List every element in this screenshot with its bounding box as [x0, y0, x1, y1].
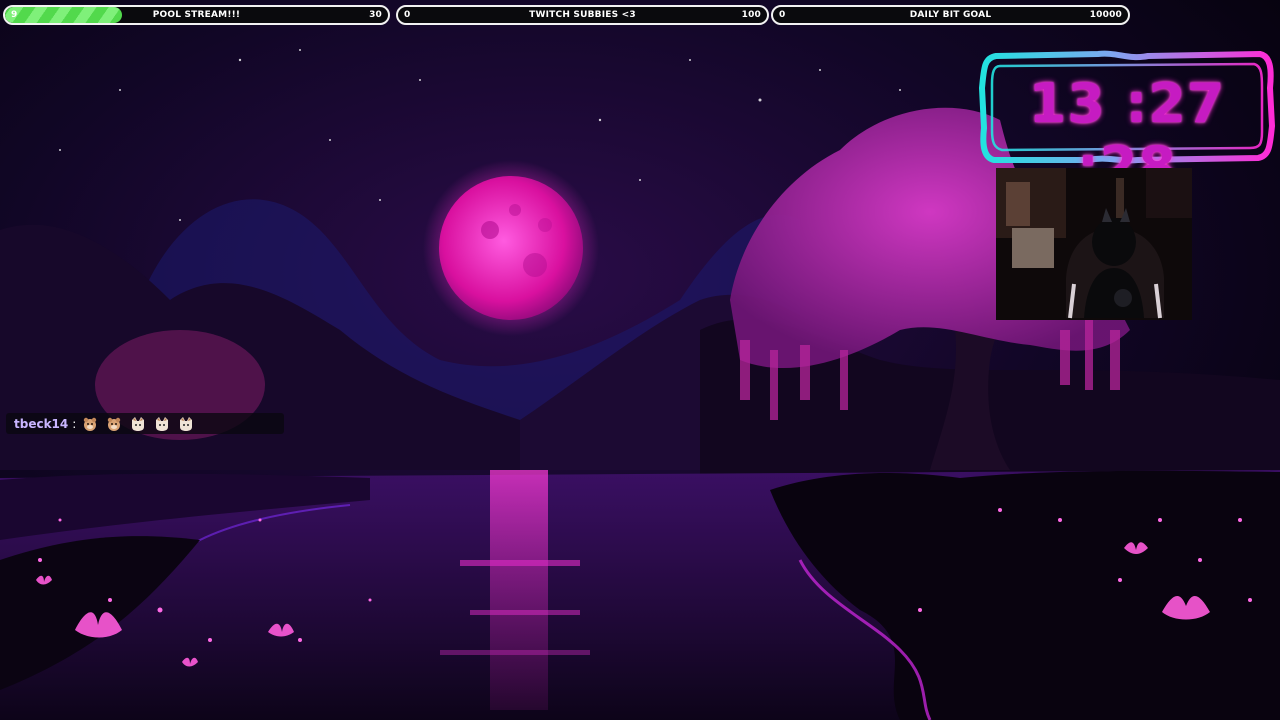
chat-separator: :: [72, 416, 77, 431]
goal-title: DAILY BIT GOAL: [909, 10, 992, 20]
cat-emote-icon: [156, 416, 169, 431]
cat-emote-icon: [132, 416, 145, 431]
goal-bar-twitch-subbies: 0 TWITCH SUBBIES <3 100: [396, 5, 769, 25]
chat-username: tbeck14: [14, 416, 69, 431]
neon-clock: 13 :27 :28: [978, 48, 1276, 198]
goal-bar-daily-bits: 0 DAILY BIT GOAL 10000: [771, 5, 1130, 25]
goal-title: TWITCH SUBBIES <3: [529, 10, 636, 20]
chat-message: tbeck14 :: [6, 413, 284, 434]
hamster-emote-icon: [108, 417, 121, 431]
goal-title: POOL STREAM!!!: [152, 10, 241, 20]
goal-target-value: 30: [369, 10, 382, 20]
cat-emote-icon: [180, 416, 193, 431]
hamster-emote-icon: [84, 417, 97, 431]
goal-bar-pool-stream: 9 POOL STREAM!!! 30: [3, 5, 390, 25]
streamer-webcam-image: [996, 168, 1192, 320]
webcam-feed: [996, 168, 1192, 320]
goal-target-value: 10000: [1089, 10, 1122, 20]
goal-target-value: 100: [741, 10, 761, 20]
